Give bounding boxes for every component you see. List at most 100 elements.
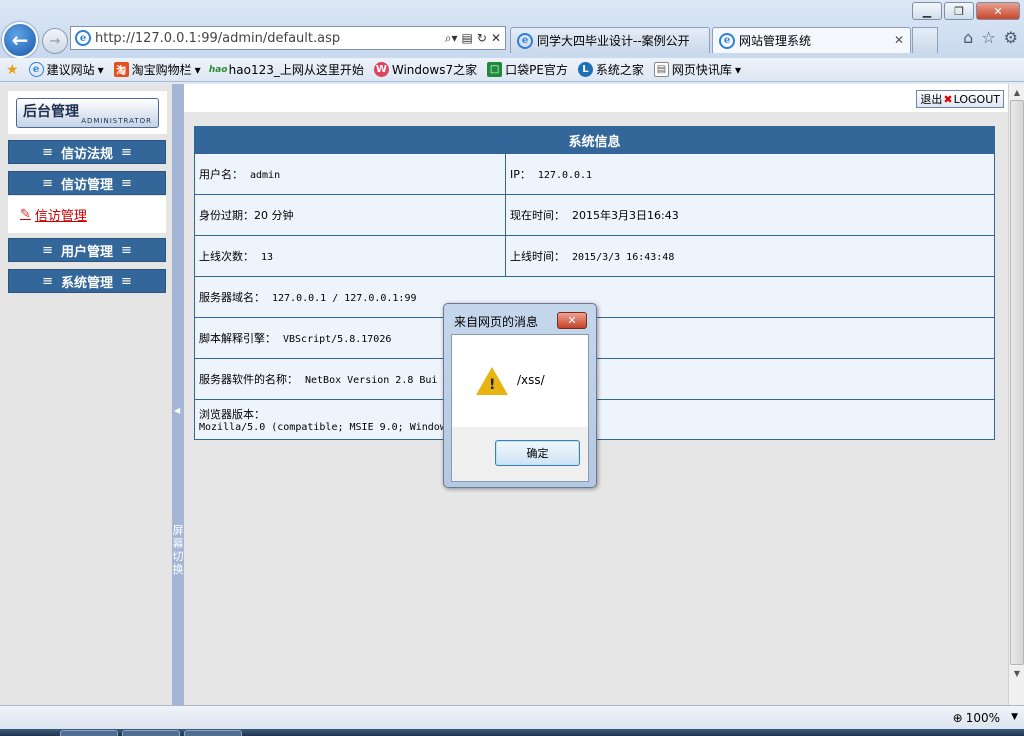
scroll-thumb[interactable]	[1010, 100, 1024, 665]
table-cell: 现在时间： 2015年3月3日16:43	[505, 194, 995, 236]
address-bar[interactable]: e http://127.0.0.1:99/admin/default.asp …	[70, 26, 506, 50]
fav-item[interactable]: □ 口袋PE官方	[487, 61, 568, 78]
pe-icon: □	[487, 62, 503, 77]
new-tab-button[interactable]	[912, 27, 938, 53]
zoom-icon: ⊕	[952, 711, 963, 725]
admin-logo: 后台管理 ADMINISTRATOR	[8, 91, 167, 134]
ie-tab-icon: e	[517, 32, 533, 49]
ok-button[interactable]: 确定	[495, 440, 580, 466]
status-bar: ⊕ 100% ▼	[0, 705, 1024, 729]
refresh-icon[interactable]: ↻	[477, 31, 487, 46]
browser-titlebar: ▁ ❐ ✕ ← → e http://127.0.0.1:99/admin/de…	[0, 0, 1024, 58]
collapse-arrow-icon[interactable]: ◀	[174, 406, 180, 415]
fav-item[interactable]: 淘 淘宝购物栏 ▾	[113, 61, 201, 78]
menu-bars-icon: ≡	[121, 175, 132, 191]
address-text[interactable]: http://127.0.0.1:99/admin/default.asp	[95, 31, 445, 46]
compat-view-icon[interactable]: ▤	[462, 31, 473, 46]
table-cell: 身份过期：20 分钟	[194, 194, 506, 236]
close-icon: ✖	[943, 92, 953, 106]
fav-item[interactable]: ▤ 网页快讯库 ▾	[653, 61, 741, 78]
table-title: 系统信息	[194, 126, 995, 154]
fav-item[interactable]: e 建议网站 ▾	[28, 61, 104, 78]
logins-value: 13	[261, 252, 274, 263]
taskbar-button[interactable]	[184, 730, 242, 736]
table-cell: 用户名： admin	[194, 153, 506, 195]
menu-header-petition[interactable]: ≡ 信访管理 ≡	[8, 171, 166, 195]
engine-value: VBScript/5.8.17026	[283, 334, 392, 345]
online-value: 2015/3/3 16:43:48	[572, 252, 675, 263]
menu-header-system[interactable]: ≡ 系统管理 ≡	[8, 269, 166, 293]
splitter-label: 屏幕切换	[172, 524, 184, 576]
submenu-item-petition[interactable]: ✎ 信访管理	[20, 205, 87, 224]
favorites-star-icon[interactable]: ★	[6, 62, 19, 78]
ip-value: 127.0.0.1	[537, 170, 593, 181]
menu-header-regulations[interactable]: ≡ 信访法规 ≡	[8, 140, 166, 164]
chevron-down-icon: ▾	[194, 62, 201, 77]
dialog-footer: 确定	[452, 427, 588, 481]
forward-arrow-icon: →	[49, 33, 61, 49]
menu-bars-icon: ≡	[42, 144, 53, 160]
taskbar-button[interactable]	[122, 730, 180, 736]
tab-active[interactable]: e 网站管理系统 ✕	[712, 27, 911, 53]
restore-button[interactable]: ❐	[944, 2, 974, 20]
taskbar-button[interactable]	[60, 730, 118, 736]
menu-bars-icon: ≡	[42, 273, 53, 289]
menu-bars-icon: ≡	[42, 175, 53, 191]
domain-value: 127.0.0.1 / 127.0.0.1:99	[272, 293, 417, 304]
fav-item[interactable]: W Windows7之家	[373, 61, 477, 78]
fav-item[interactable]: L 系统之家	[577, 61, 644, 78]
scroll-up-icon[interactable]: ▲	[1009, 84, 1024, 100]
gear-icon[interactable]: ⚙	[1004, 28, 1018, 47]
table-cell: IP： 127.0.0.1	[505, 153, 995, 195]
ie-tab-icon: e	[719, 32, 735, 49]
logo-title: 后台管理	[23, 103, 79, 120]
minimize-button[interactable]: ▁	[912, 2, 942, 20]
scroll-down-icon[interactable]: ▼	[1009, 665, 1024, 681]
menu-header-users[interactable]: ≡ 用户管理 ≡	[8, 238, 166, 262]
feed-icon: ▤	[653, 62, 669, 77]
menu-bars-icon: ≡	[121, 144, 132, 160]
zoom-control[interactable]: ⊕ 100%	[953, 711, 1000, 725]
back-arrow-icon: ←	[11, 28, 29, 52]
dialog-body: ! /xss/ 确定	[451, 334, 589, 482]
admin-sidebar: 后台管理 ADMINISTRATOR ≡ 信访法规 ≡ ≡ 信访管理 ≡ ✎ 信…	[0, 84, 172, 705]
table-row: 身份过期：20 分钟 现在时间： 2015年3月3日16:43	[194, 194, 995, 236]
screen-switch-splitter[interactable]: ◀ 屏幕切换	[172, 84, 184, 705]
table-cell: 上线次数： 13	[194, 235, 506, 277]
stop-icon[interactable]: ✕	[491, 31, 501, 46]
chevron-down-icon[interactable]: ▼	[1011, 712, 1018, 722]
vertical-scrollbar[interactable]: ▲ ▼	[1008, 84, 1024, 705]
menu-bars-icon: ≡	[121, 273, 132, 289]
chevron-down-icon: ▾	[97, 62, 104, 77]
table-cell: 上线时间： 2015/3/3 16:43:48	[505, 235, 995, 277]
taskbar	[0, 729, 1024, 736]
dialog-title: 来自网页的消息	[454, 315, 539, 329]
back-button[interactable]: ←	[2, 22, 38, 58]
fav-item[interactable]: hao hao123_上网从这里开始	[208, 61, 364, 78]
tab-close-icon[interactable]: ✕	[894, 33, 904, 47]
ie-page-icon: e	[75, 30, 91, 46]
search-icon[interactable]: ⌕▾	[445, 31, 458, 46]
logout-button[interactable]: 退出 ✖ LOGOUT	[916, 90, 1004, 108]
content-topbar: 退出 ✖ LOGOUT	[184, 84, 1008, 112]
favorites-bar: ★ e 建议网站 ▾ 淘 淘宝购物栏 ▾ hao hao123_上网从这里开始 W …	[0, 58, 1024, 82]
warning-icon-mark: !	[489, 377, 496, 393]
close-window-button[interactable]: ✕	[976, 2, 1020, 20]
username-value: admin	[250, 170, 281, 181]
pencil-icon: ✎	[20, 207, 31, 222]
home-icon[interactable]: ⌂	[963, 28, 973, 47]
forward-button[interactable]: →	[42, 28, 68, 54]
tab-inactive[interactable]: e 同学大四毕业设计--案例公开	[510, 27, 710, 53]
browser-right-icons: ⌂ ☆ ⚙	[963, 28, 1018, 47]
window-controls: ▁ ❐ ✕	[912, 2, 1020, 20]
table-row: 上线次数： 13 上线时间： 2015/3/3 16:43:48	[194, 235, 995, 277]
hao123-icon: hao	[208, 64, 228, 75]
zoom-level: 100%	[965, 711, 1000, 725]
dialog-close-button[interactable]: ✕	[557, 312, 587, 329]
table-row: 用户名： admin IP： 127.0.0.1	[194, 153, 995, 195]
menu-bars-icon: ≡	[42, 242, 53, 258]
favorites-star-icon[interactable]: ☆	[981, 28, 995, 47]
address-tools: ⌕▾ ▤ ↻ ✕	[445, 31, 501, 46]
logo-subtitle: ADMINISTRATOR	[81, 116, 152, 125]
alert-dialog: 来自网页的消息 ✕ ! /xss/ 确定	[443, 303, 597, 488]
